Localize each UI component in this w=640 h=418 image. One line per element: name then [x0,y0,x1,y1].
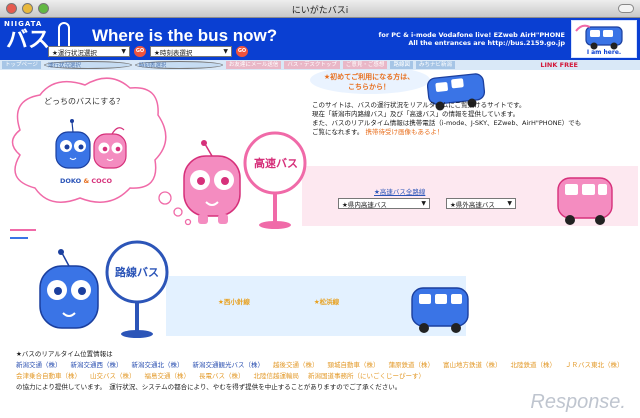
kousoku-sign-label[interactable]: 高速バス [251,155,301,171]
operation-status-go-button[interactable]: GO [134,46,146,57]
logo-niigata: NIIGATA [4,20,43,28]
company-link[interactable]: 山交バス（株） [90,371,136,382]
timetable-go-button[interactable]: GO [236,46,248,57]
iamhere-mascot[interactable]: I am here. [571,20,637,58]
company-link[interactable]: 富山地方鉄道（株） [443,360,502,371]
intro-line: 現在「新潟市内路線バス」及び「高速バス」の情報を提供しています。 [312,110,520,118]
out-prefecture-express-value: ★県外高速バス [450,200,495,209]
cloud-question: どっちのバスにする？ [44,97,125,106]
coco-label: COCO [91,177,112,185]
window-titlebar: にいがたバスi [0,0,640,18]
menu-item-michinavi[interactable]: みちナビ新潟 [415,61,455,69]
intro-line: このサイトは、バスの運行状況をリアルタイムにご覧頂けるサイトです。 [312,101,526,109]
intro-line: また、バスのリアルタイム情報は携帯電話（i-mode、J-SKY、EZweb、A… [312,119,582,127]
pink-bus-icon [557,177,613,225]
chevron-down-icon: ▼ [507,200,512,207]
menu-item-feedback[interactable]: ご意見・ご感想 [342,61,388,69]
company-link[interactable]: 長電バス（株） [199,371,245,382]
entrance-url: All the entrances are http://bus.2159.go… [408,39,565,47]
in-prefecture-express-select[interactable]: ★県内高速バス ▼ [338,198,430,209]
rosen-bus-stop-sign-icon [105,240,466,338]
company-link[interactable]: 新潟交通西（株） [71,360,123,371]
out-prefecture-express-select[interactable]: ★県外高速バス ▼ [446,198,516,209]
ampersand-label: & [83,177,90,185]
menu-item-timetable[interactable]: 時刻表選択 [134,61,223,69]
carrier-info: for PC & i-mode Vodafone live! EZweb Air… [379,31,565,47]
quick-select-row: ★運行状況選択 ▼ GO ★時刻表選択 ▼ GO [48,46,248,57]
company-link[interactable]: 蒲原鉄道（株） [389,360,435,371]
blue-character-icon [39,249,99,329]
route-links: ★西小針線 ★松浜線 [218,296,339,306]
in-prefecture-express-value: ★県内高速バス [342,200,387,209]
route-link-matsuhama[interactable]: ★松浜線 [314,296,339,306]
company-link[interactable]: 北陸鉄道（株） [511,360,557,371]
company-link[interactable]: 会津乗合自動車（株） [16,371,81,382]
response-watermark: Response. [530,391,626,413]
company-link[interactable]: 新潟交通（株） [16,360,62,371]
iamhere-label: I am here. [586,49,622,56]
kousoku-all-routes-link[interactable]: ★高速バス全路線 [374,186,425,196]
blue-bus-icon [411,287,469,333]
company-link[interactable]: 福島交通（株） [145,371,191,382]
company-link[interactable]: 頸城自動車（株） [328,360,380,371]
logo-bus: バス [6,28,51,53]
company-link[interactable]: 新潟国道事務所（にいごくじーぴーす） [308,371,425,382]
chevron-down-icon: ▼ [223,48,228,55]
doko-label: DOKO [60,177,82,185]
company-link[interactable]: 新潟交通北（株） [132,360,184,371]
menu-item-mail-friend[interactable]: お友達にメール送信 [225,61,282,69]
intro-text: このサイトは、バスの運行状況をリアルタイムにご覧頂けるサイトです。 現在「新潟市… [312,101,624,137]
company-link[interactable]: 新潟交通観光バス（株） [193,360,265,371]
route-link-nishikobari[interactable]: ★西小針線 [218,296,250,306]
first-time-line1: ★初めてご利用になる方は、 [323,73,415,81]
operation-status-select[interactable]: ★運行状況選択 ▼ [48,46,130,57]
timetable-select[interactable]: ★時刻表選択 ▼ [150,46,232,57]
menu-item-top[interactable]: トップページ [2,61,41,69]
company-list: 新潟交通（株） 新潟交通西（株） 新潟交通北（株） 新潟交通観光バス（株） 越後交通（株… [16,360,624,382]
menu-item-status[interactable]: 運行状況選択 [43,61,132,69]
mobile-wallpaper-link[interactable]: 携帯待受け画像もあるよ！ [365,128,443,136]
window-title: にいがたバスi [291,6,349,16]
operation-status-select-value: ★運行状況選択 [52,48,97,57]
menu-item-route-map[interactable]: 路線図 [390,61,413,69]
toolbar-toggle-button[interactable] [618,4,634,13]
company-link[interactable]: ＪＲバス東北（株） [565,360,624,371]
footer: ★バスのリアルタイム位置情報は 新潟交通（株） 新潟交通西（株） 新潟交通北（株）新… [16,349,636,393]
menu-item-desktop[interactable]: バス・デスクトップ [284,61,340,69]
company-link[interactable]: 北陸信越運輸局 [254,371,300,382]
link-free-label: LINK FREE [540,61,578,69]
rosen-sign-label[interactable]: 路線バス [111,264,163,280]
pink-character-icon [183,140,241,224]
chevron-down-icon: ▼ [121,48,126,55]
company-link[interactable]: 越後交通（株） [273,360,319,371]
site-headline: Where is the bus now? [92,26,278,45]
mascot-bus-icon [575,24,623,50]
chevron-down-icon: ▼ [421,200,426,207]
intro-line: ご覧になれます。 携帯待受け画像もあるよ！ [312,128,624,137]
first-time-line2: こちらから！ [348,83,390,91]
timetable-select-value: ★時刻表選択 [154,48,193,57]
first-time-link[interactable]: ★初めてご利用になる方は、 こちらから！ [318,72,420,92]
footer-title: ★バスのリアルタイム位置情報は [16,350,113,358]
doko-coco-label: DOKO & COCO [60,177,112,185]
intro-plain: ご覧になれます。 [312,128,364,136]
carrier-info-line: for PC & i-mode Vodafone live! EZweb Air… [378,31,565,39]
